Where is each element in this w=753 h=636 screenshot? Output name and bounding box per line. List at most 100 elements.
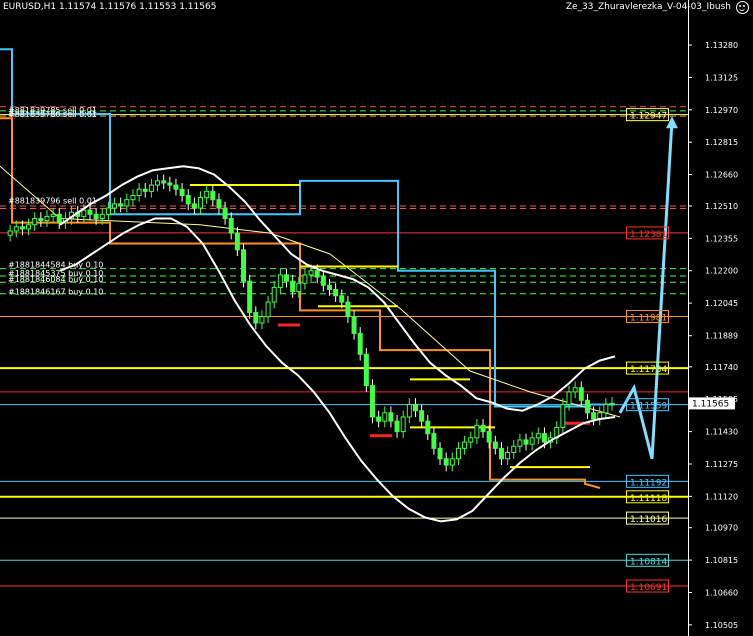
candle-body [480,424,486,433]
candle-body [566,391,572,405]
candle-body [241,249,247,282]
candle-body [468,437,474,443]
candle-body [339,295,345,303]
candle-body [400,416,406,433]
candle-body [443,458,449,466]
price-chart[interactable]: #881839785 sell 0.01#881839780 sell 0.01… [0,0,753,636]
candle-body [394,420,400,433]
candle-body [560,403,566,428]
candle-body [382,412,388,422]
axis-tick-label: 1.11889 [705,332,738,341]
candle-body [578,387,584,401]
candle-body [284,274,290,282]
order-label: #881839780 sell 0.01 [8,110,97,119]
candle-body [505,451,511,460]
candle-body [155,180,161,186]
candle-body [425,420,431,435]
candle-body [247,280,253,314]
candle-body [173,184,179,190]
axis-tick-label: 1.11740 [705,363,738,372]
candle-body [198,197,204,209]
axis-tick-label: 1.10970 [705,524,738,533]
candle-body [492,441,498,449]
candle-body [50,213,56,217]
candle-body [210,190,216,201]
candle-body [290,280,296,293]
expert-name: Ze_33_Zhuravlerezka_V-04-03_Ibush [565,2,731,12]
candle-body [320,276,326,286]
candle-body [326,284,332,291]
candle-body [81,209,87,217]
candle-body [357,332,363,355]
candle-body [7,230,13,236]
axis-tick-label: 1.11120 [705,492,738,501]
candle-body [13,226,19,232]
candle-body [535,433,541,439]
candle-body [584,399,590,414]
candle-body [437,447,443,460]
candle-body [99,213,105,219]
candle-body [529,437,535,445]
candle-body [32,217,38,226]
axis-tick-label: 1.12355 [705,234,738,243]
candle-body [44,215,50,222]
candle-body [87,209,93,215]
candle-body [253,312,259,324]
axis-tick-label: 1.12045 [705,299,738,308]
candle-body [161,180,167,184]
candle-body [179,188,185,197]
candle-body [26,224,32,230]
candle-body [345,301,351,318]
candle-body [271,286,277,303]
current-price-label: 1.11565 [692,399,729,409]
candle-body [118,203,124,207]
candle-body [511,445,517,453]
axis-tick-label: 1.12660 [705,171,738,180]
axis-tick-label: 1.12815 [705,138,738,147]
order-label: #1881846167 buy 0.10 [8,288,103,297]
candle-body [376,416,382,422]
candle-body [130,195,136,201]
candle-body [185,195,191,205]
candle-body [369,385,375,418]
axis-tick-label: 1.12200 [705,267,738,276]
candle-body [486,431,492,443]
candle-body [591,412,597,420]
axis-tick-label: 1.10505 [705,621,738,630]
candle-body [603,403,609,414]
candle-body [19,226,25,230]
candle-body [455,447,461,460]
candle-body [259,316,265,324]
candle-body [216,199,222,209]
candle-body [302,274,308,284]
candle-body [228,217,234,234]
axis-tick-label: 1.10660 [705,588,738,597]
candle-body [541,433,547,443]
candle-body [204,190,210,199]
candle-body [167,182,173,186]
axis-tick-label: 1.10815 [705,556,738,565]
candle-body [314,270,320,278]
candle-body [462,441,468,449]
candle-body [412,403,418,412]
candle-body [265,301,271,318]
symbol-info: EURUSD,H1 1.11574 1.11576 1.11553 1.1156… [3,2,217,12]
candle-body [517,439,523,447]
axis-tick-label: 1.13280 [705,41,738,50]
smiley-icon [736,1,749,14]
candle-body [56,213,62,224]
candle-body [431,433,437,449]
candle-body [148,184,154,192]
axis-tick-label: 1.11430 [705,428,738,437]
candle-body [93,213,99,219]
candle-body [363,353,369,387]
candle-body [449,458,455,466]
candle-body [124,199,130,207]
candle-body [388,412,394,422]
candle-body [105,207,111,215]
candle-body [572,387,578,393]
candle-body [136,188,142,197]
order-label: #1881846084 buy 0.10 [8,275,103,284]
axis-tick-label: 1.12510 [705,202,738,211]
axis-tick-label: 1.11275 [705,460,738,469]
